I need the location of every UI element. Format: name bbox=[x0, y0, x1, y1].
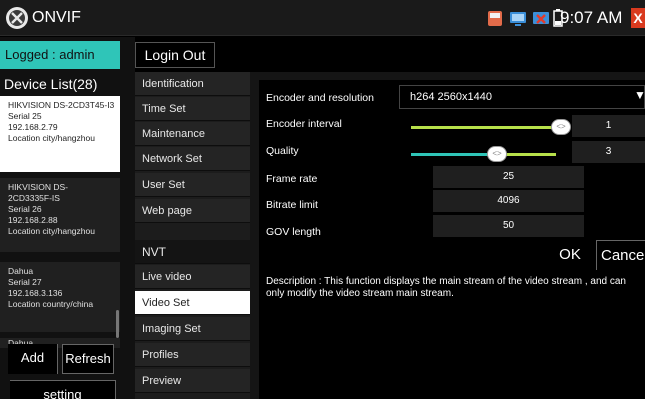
add-button[interactable]: Add bbox=[8, 344, 58, 374]
device-list-title: Device List(28) bbox=[4, 76, 98, 92]
device-list-item[interactable]: HIKVISION DS-2CD3T45-I3 Serial 25 192.16… bbox=[0, 96, 120, 172]
menu-item-imaging-set[interactable]: Imaging Set bbox=[135, 317, 250, 341]
clock: 9:07 AM bbox=[560, 8, 623, 27]
device-ip: 192.168.2.88 bbox=[8, 215, 58, 225]
device-ip: 192.168.2.79 bbox=[8, 122, 58, 132]
close-button[interactable]: X bbox=[631, 8, 645, 28]
sd-card-icon bbox=[488, 11, 502, 26]
encoder-label: Encoder and resolution bbox=[266, 92, 374, 104]
app-title: ONVIF bbox=[32, 9, 81, 26]
menu-item-network-set[interactable]: Network Set bbox=[135, 147, 250, 171]
gov-length-input[interactable]: 50 bbox=[433, 215, 584, 237]
encoder-interval-label: Encoder interval bbox=[266, 118, 342, 130]
menu-item-identification[interactable]: Identification bbox=[135, 72, 250, 96]
menu-item-time-set[interactable]: Time Set bbox=[135, 97, 250, 121]
device-location: Location city/hangzhou bbox=[8, 133, 95, 143]
cancel-button[interactable]: Cancel bbox=[596, 240, 645, 270]
monitor-icon bbox=[510, 12, 526, 26]
quality-slider-fill[interactable] bbox=[411, 153, 496, 156]
quality-slider-thumb[interactable]: <> bbox=[487, 146, 507, 162]
frame-rate-label: Frame rate bbox=[266, 173, 318, 185]
onvif-logo-icon bbox=[6, 7, 28, 29]
menu-item-preview[interactable]: Preview bbox=[135, 369, 250, 393]
status-bar: ONVIF 9:07 AM X bbox=[0, 0, 645, 36]
device-location: Location city/hangzhou bbox=[8, 226, 95, 236]
encoder-interval-slider[interactable] bbox=[411, 126, 561, 129]
device-name: HIKVISION DS-2CD3T45-I3 bbox=[8, 100, 115, 110]
device-location: Location country/china bbox=[8, 299, 94, 309]
menu-item-profiles[interactable]: Profiles bbox=[135, 343, 250, 367]
device-name: Dahua bbox=[8, 266, 34, 276]
ok-button[interactable]: OK bbox=[548, 240, 592, 270]
bitrate-limit-label: Bitrate limit bbox=[266, 199, 318, 211]
dropdown-arrow-icon[interactable]: ▼ bbox=[634, 88, 645, 102]
login-out-button[interactable]: Login Out bbox=[135, 42, 215, 68]
encoder-interval-slider-thumb[interactable]: <> bbox=[551, 119, 571, 135]
gov-length-label: GOV length bbox=[266, 226, 321, 238]
quality-label: Quality bbox=[266, 145, 299, 157]
device-list-scrollbar[interactable] bbox=[116, 310, 119, 338]
encoder-select[interactable]: h264 2560x1440 bbox=[399, 85, 645, 109]
setting-button[interactable]: setting bbox=[10, 380, 116, 399]
device-list-item[interactable]: HIKVISION DS-2CD3335F-IS Serial 26 192.1… bbox=[0, 178, 120, 252]
device-serial: Serial 25 bbox=[8, 111, 42, 121]
frame-rate-input[interactable]: 25 bbox=[433, 166, 584, 188]
device-serial: Serial 26 bbox=[8, 204, 42, 214]
device-name: HIKVISION DS-2CD3335F-IS bbox=[8, 182, 68, 203]
menu-item-user-set[interactable]: User Set bbox=[135, 173, 250, 197]
network-off-icon bbox=[533, 12, 549, 24]
menu-item-video-set[interactable]: Video Set bbox=[135, 291, 250, 315]
menu-header-nvt: NVT bbox=[135, 240, 250, 264]
logged-in-label: Logged : admin bbox=[0, 41, 120, 69]
device-list-item[interactable]: Dahua Serial 27 192.168.3.136 Location c… bbox=[0, 262, 120, 332]
description-text: Description : This function displays the… bbox=[266, 276, 626, 299]
encoder-interval-value[interactable]: 1 bbox=[572, 115, 645, 137]
menu-item-live-video[interactable]: Live video bbox=[135, 265, 250, 289]
menu-item-maintenance[interactable]: Maintenance bbox=[135, 122, 250, 146]
device-ip: 192.168.3.136 bbox=[8, 288, 63, 298]
quality-value[interactable]: 3 bbox=[572, 141, 645, 163]
bitrate-limit-input[interactable]: 4096 bbox=[433, 190, 584, 212]
menu-item-web-page[interactable]: Web page bbox=[135, 199, 250, 223]
refresh-button[interactable]: Refresh bbox=[62, 344, 114, 374]
device-serial: Serial 27 bbox=[8, 277, 42, 287]
